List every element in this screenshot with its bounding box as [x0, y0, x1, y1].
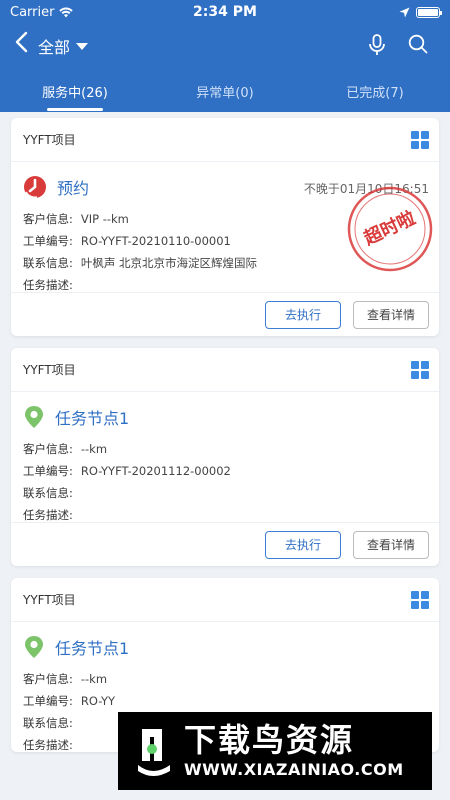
- overdue-stamp: 超时啦: [347, 186, 433, 272]
- task-description-row: 任务描述:: [23, 278, 73, 292]
- microphone-icon[interactable]: [368, 34, 386, 56]
- clock-icon: [24, 176, 46, 199]
- tab-completed[interactable]: 已完成(7): [300, 80, 450, 101]
- task-title: 任务节点1: [55, 639, 130, 658]
- caret-down-icon: [76, 42, 89, 50]
- work-order-card: YYFT项目 预约 不晚于01月10日16:51 客户信息: VIP --km 工…: [11, 118, 439, 336]
- view-details-button[interactable]: 查看详情: [353, 530, 429, 559]
- status-time: 2:34 PM: [193, 4, 257, 20]
- bird-logo-icon: [138, 729, 170, 776]
- task-title: 任务节点1: [55, 409, 130, 428]
- task-description-row: 任务描述:: [23, 508, 73, 522]
- grid-icon[interactable]: [411, 360, 429, 379]
- search-icon[interactable]: [408, 34, 428, 54]
- project-name: YYFT项目: [23, 593, 76, 607]
- view-details-button[interactable]: 查看详情: [353, 300, 429, 329]
- tab-in-service[interactable]: 服务中(26): [0, 80, 150, 101]
- project-name: YYFT项目: [23, 133, 76, 147]
- contact-info-row: 联系信息:: [23, 486, 73, 500]
- customer-info-row: 客户信息: --km: [23, 672, 108, 686]
- location-arrow-icon: [399, 7, 410, 17]
- navbar: 全部: [0, 24, 450, 68]
- app-header: Carrier 2:34 PM 全部 服务中(26) 异常单(0) 已完成(7): [0, 0, 450, 112]
- customer-info-row: 客户信息: --km: [23, 442, 108, 456]
- work-order-list: YYFT项目 预约 不晚于01月10日16:51 客户信息: VIP --km 工…: [0, 118, 450, 764]
- location-pin-icon: [25, 636, 43, 658]
- wifi-icon: [59, 7, 74, 17]
- svg-text:超时啦: 超时啦: [360, 207, 418, 250]
- order-number-row: 工单编号: RO-YYFT-20201112-00002: [23, 464, 231, 478]
- navbar-title: 全部: [38, 38, 71, 57]
- execute-button[interactable]: 去执行: [265, 300, 341, 329]
- grid-icon[interactable]: [411, 590, 429, 609]
- tab-exceptions[interactable]: 异常单(0): [150, 80, 300, 101]
- watermark-title: 下载鸟资源: [184, 721, 355, 759]
- work-order-card: YYFT项目 任务节点1 客户信息: --km 工单编号: RO-YYFT-2020…: [11, 348, 439, 566]
- project-name: YYFT项目: [23, 363, 76, 377]
- filter-dropdown[interactable]: 全部: [38, 34, 89, 58]
- battery-icon: [415, 6, 442, 18]
- carrier-label: Carrier: [10, 4, 55, 20]
- execute-button[interactable]: 去执行: [265, 530, 341, 559]
- order-number-row: 工单编号: RO-YY: [23, 694, 116, 708]
- watermark-banner: 下载鸟资源 WWW.XIAZAINIAO.COM: [118, 712, 432, 790]
- status-tabs: 服务中(26) 异常单(0) 已完成(7): [0, 68, 450, 112]
- task-title: 预约: [57, 179, 90, 198]
- grid-icon[interactable]: [411, 130, 429, 149]
- watermark-url: WWW.XIAZAINIAO.COM: [184, 760, 404, 779]
- location-pin-icon: [25, 406, 43, 428]
- back-chevron-icon[interactable]: [14, 29, 28, 59]
- status-bar: Carrier 2:34 PM: [0, 0, 450, 24]
